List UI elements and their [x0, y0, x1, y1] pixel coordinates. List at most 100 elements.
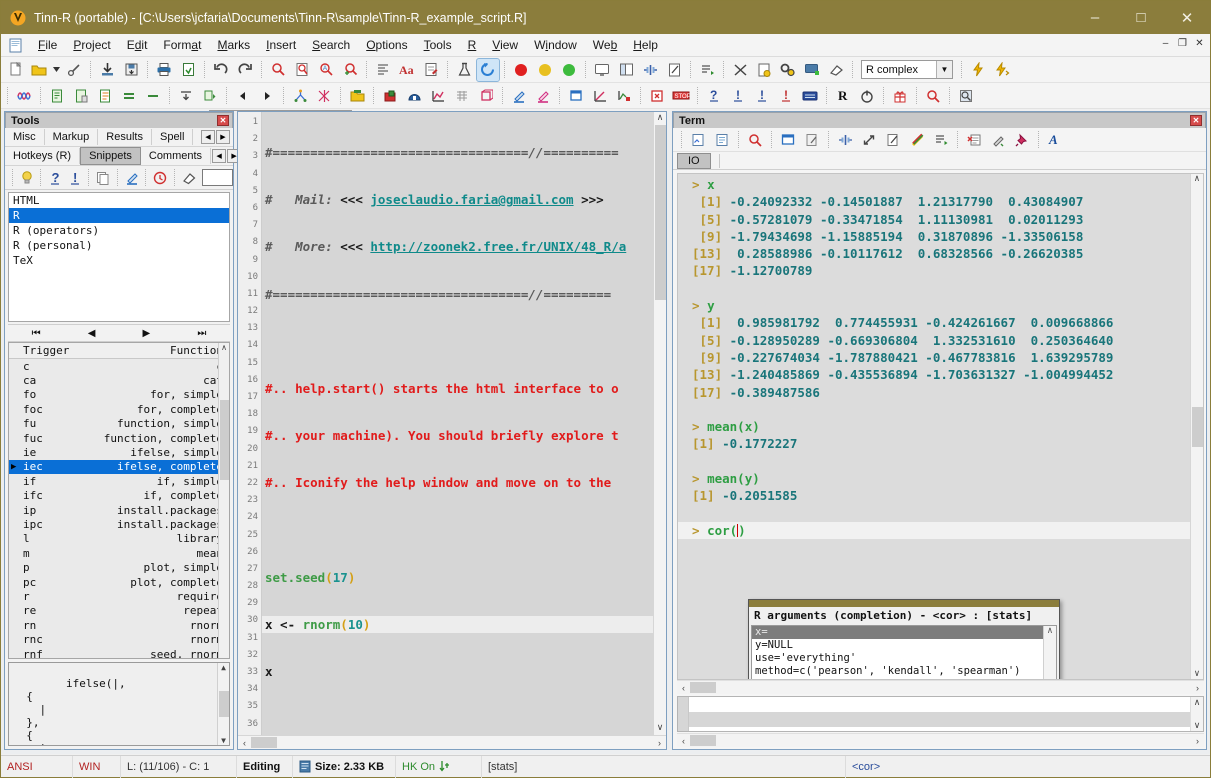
snippet-table-scrollbar[interactable]: ∧ — [218, 343, 229, 658]
lightning2-icon[interactable] — [991, 59, 1013, 81]
scroll-left-icon[interactable]: ◀ — [201, 130, 215, 144]
menu-item-file[interactable]: File — [30, 36, 65, 54]
tab-markup[interactable]: Markup — [45, 129, 99, 145]
term-tab-io[interactable]: IO — [677, 152, 711, 169]
stop-icon[interactable]: STOP — [670, 85, 692, 107]
pen-green-icon[interactable] — [987, 129, 1009, 151]
scrollbar-thumb[interactable] — [690, 682, 716, 693]
save-icon[interactable] — [96, 59, 118, 81]
autocomplete-popup[interactable]: R arguments (completion) - <cor> : [stat… — [748, 599, 1060, 679]
scroll-left-icon[interactable]: ‹ — [677, 683, 690, 693]
send-block-icon[interactable] — [199, 85, 221, 107]
info2-icon[interactable]: ! — [751, 85, 773, 107]
rainbow-icon[interactable] — [906, 129, 928, 151]
scrollbar-thumb[interactable] — [219, 400, 229, 480]
editor-vertical-scrollbar[interactable]: ∧ ∨ — [653, 112, 666, 735]
open-folder-icon[interactable] — [28, 59, 50, 81]
scrollbar-thumb[interactable] — [654, 125, 666, 300]
table-row[interactable]: p plot, simple — [9, 560, 229, 574]
column-header-trigger[interactable]: Trigger — [9, 344, 71, 357]
term-input-horizontal-scrollbar[interactable]: ‹ › — [677, 733, 1204, 747]
menu-item-insert[interactable]: Insert — [258, 36, 304, 54]
category-r-operators[interactable]: R (operators) — [9, 223, 229, 238]
tab-results[interactable]: Results — [98, 129, 152, 145]
doc-list-icon[interactable] — [94, 85, 116, 107]
equals-icon[interactable] — [118, 85, 140, 107]
snippet-preview-scrollbar[interactable]: ▲ ▼ — [217, 663, 229, 745]
editor-horizontal-scrollbar[interactable]: ‹ › — [238, 735, 666, 749]
redo-icon[interactable] — [234, 59, 256, 81]
window-icon[interactable] — [565, 85, 587, 107]
table-row[interactable]: r require — [9, 589, 229, 603]
menu-item-window[interactable]: Window — [526, 36, 585, 54]
table-row[interactable]: pc plot, complete — [9, 575, 229, 589]
chart-icon[interactable] — [427, 85, 449, 107]
menu-item-tools[interactable]: Tools — [416, 36, 460, 54]
table-row[interactable]: if if, simple — [9, 474, 229, 488]
pen-page-icon[interactable] — [882, 129, 904, 151]
mark-yellow-icon[interactable] — [534, 59, 556, 81]
table-row[interactable]: foc for, complete — [9, 402, 229, 416]
mdi-restore-button[interactable]: ❐ — [1175, 36, 1190, 51]
nav-next-button[interactable]: ▶ — [133, 328, 161, 339]
doc-lines-icon[interactable] — [70, 85, 92, 107]
close-button[interactable]: ✕ — [1164, 1, 1210, 34]
lightbulb-icon[interactable] — [18, 167, 35, 189]
mark-red-icon[interactable] — [510, 59, 532, 81]
replace-icon[interactable]: A — [315, 59, 337, 81]
split-vertical-icon[interactable] — [615, 59, 637, 81]
font-icon[interactable]: Aa — [396, 59, 418, 81]
scroll-right-icon[interactable]: › — [1191, 683, 1204, 693]
menu-item-search[interactable]: Search — [304, 36, 358, 54]
find-in-files-icon[interactable] — [291, 59, 313, 81]
chevron-down-icon[interactable]: ▼ — [936, 61, 952, 78]
indent-icon[interactable] — [930, 129, 952, 151]
r-icon[interactable]: R — [832, 85, 854, 107]
console-current-line[interactable]: > cor() — [678, 521, 1203, 540]
print-preview-icon[interactable] — [177, 59, 199, 81]
table-row[interactable]: rnf seed, rnorm — [9, 647, 229, 659]
save-all-icon[interactable] — [120, 59, 142, 81]
autocomplete-scrollbar[interactable]: ∧ ∨ — [1043, 626, 1056, 679]
scroll-down-icon[interactable]: ∨ — [657, 722, 664, 735]
nav-first-button[interactable]: ⏮ — [22, 328, 51, 339]
doc-green-icon[interactable] — [46, 85, 68, 107]
shuffle-icon[interactable] — [729, 59, 751, 81]
cube-icon[interactable] — [475, 85, 497, 107]
home-icon[interactable] — [403, 85, 425, 107]
menu-item-help[interactable]: Help — [625, 36, 666, 54]
table-row[interactable]: cc — [9, 359, 229, 373]
window-icon[interactable] — [777, 129, 799, 151]
category-r[interactable]: R — [9, 208, 229, 223]
next-icon[interactable] — [256, 85, 278, 107]
table-row[interactable]: re repeat — [9, 604, 229, 618]
chart-grid-icon[interactable] — [451, 85, 473, 107]
open-io-icon[interactable] — [687, 129, 709, 151]
find-next-icon[interactable] — [339, 59, 361, 81]
color-swatch[interactable] — [202, 169, 233, 186]
autocomplete-item[interactable]: x= — [752, 626, 1056, 639]
table-row[interactable]: fo for, simple — [9, 388, 229, 402]
pen-page-icon[interactable] — [663, 59, 685, 81]
tab-spell[interactable]: Spell — [152, 129, 194, 145]
highlighter-icon[interactable] — [123, 167, 140, 189]
new-file-icon[interactable] — [4, 59, 26, 81]
scrollbar-thumb[interactable] — [690, 735, 716, 746]
autocomplete-item[interactable]: method=c('pearson', 'kendall', 'spearman… — [752, 665, 1056, 678]
history-icon[interactable] — [151, 167, 168, 189]
table-row[interactable]: l library — [9, 532, 229, 546]
close-icon[interactable]: ✕ — [217, 115, 229, 126]
term-input-body[interactable] — [689, 697, 1203, 731]
menu-item-edit[interactable]: Edit — [119, 36, 156, 54]
exclaim-icon[interactable]: ! — [66, 167, 83, 189]
code-text-area[interactable]: #==================================//===… — [262, 112, 666, 735]
table-row[interactable]: ca cat — [9, 373, 229, 387]
category-r-personal[interactable]: R (personal) — [9, 238, 229, 253]
term-input-area[interactable]: ∧ ∨ — [677, 696, 1204, 732]
copy-icon[interactable] — [94, 167, 111, 189]
menu-item-options[interactable]: Options — [358, 36, 415, 54]
r-console-output[interactable]: > x [1] -0.24092332 -0.14501887 1.213177… — [677, 173, 1204, 680]
tab-misc[interactable]: Misc — [5, 129, 45, 145]
menu-item-view[interactable]: View — [484, 36, 526, 54]
document-icon[interactable] — [4, 38, 26, 53]
